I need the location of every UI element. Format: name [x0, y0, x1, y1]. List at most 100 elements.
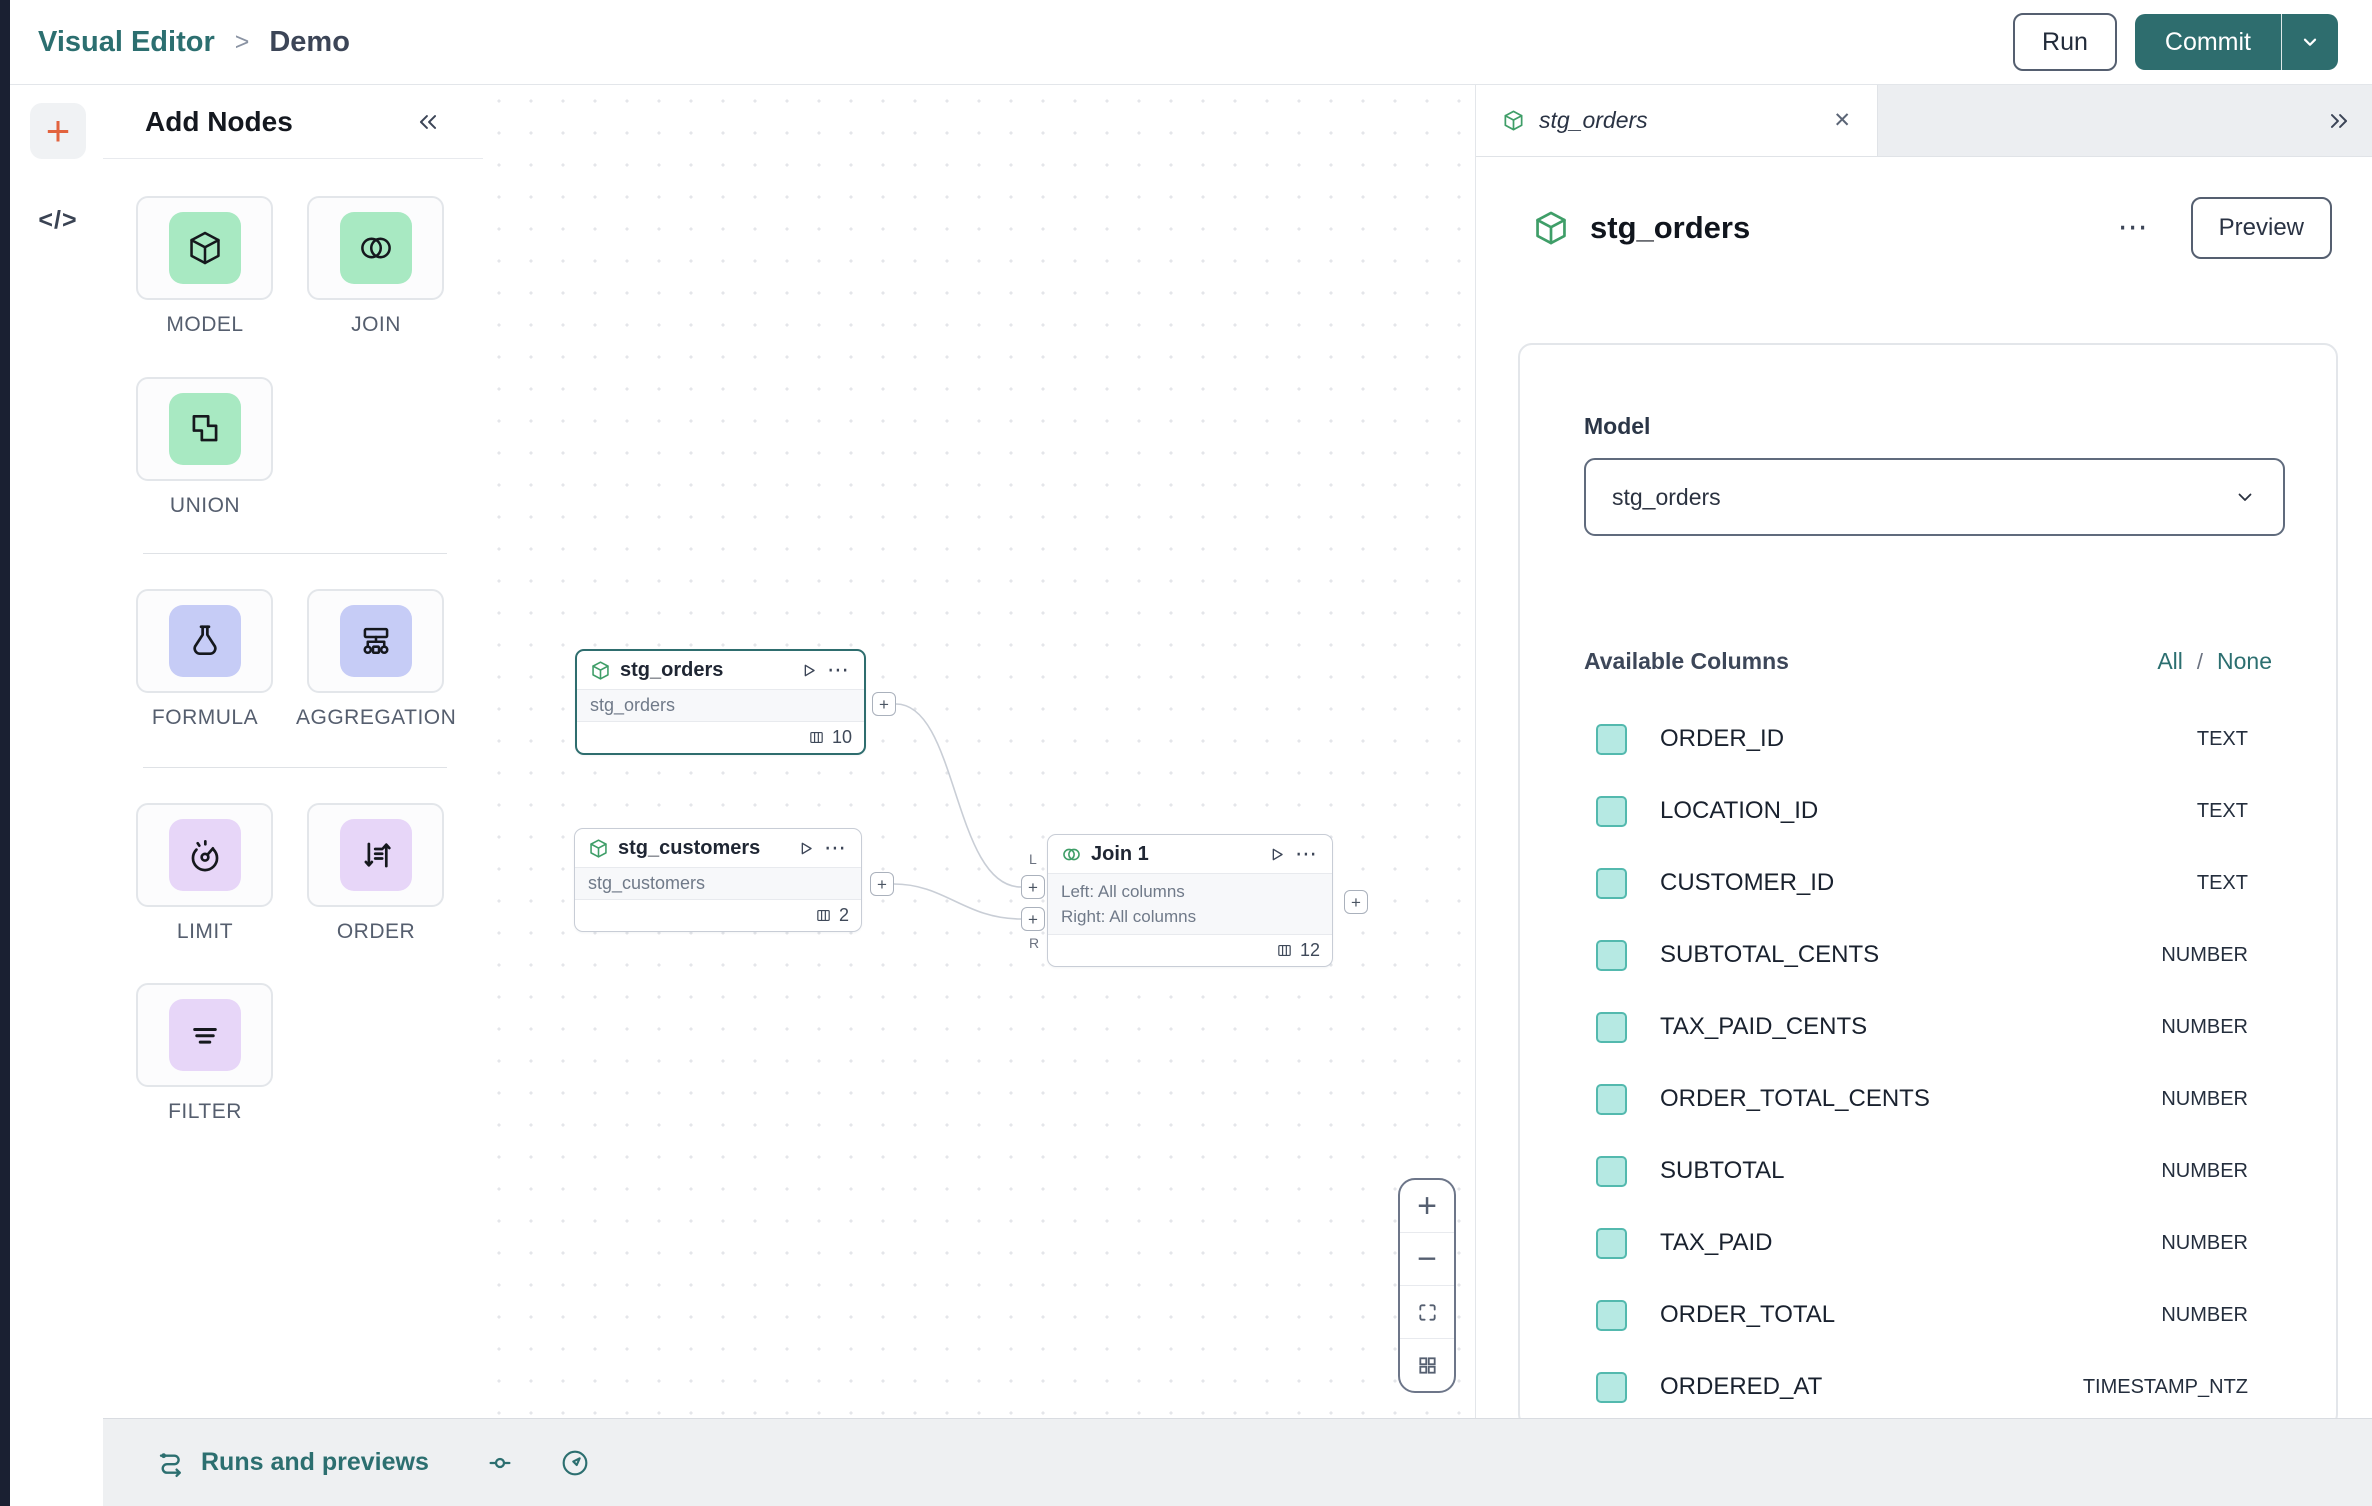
- node-type-formula-label: FORMULA: [125, 706, 285, 730]
- join-output-port[interactable]: +: [1344, 890, 1368, 914]
- node-type-filter[interactable]: [136, 983, 273, 1087]
- panel-menu-button[interactable]: ⋯: [2118, 213, 2151, 243]
- column-row: LOCATION_ID TEXT: [1584, 775, 2272, 847]
- column-type: TEXT: [2197, 872, 2248, 895]
- zoom-in-button[interactable]: +: [1400, 1180, 1454, 1233]
- chevron-down-icon: [2233, 485, 2257, 509]
- commit-node-icon: [485, 1448, 515, 1478]
- canvas-node-join-1[interactable]: Join 1 ⋯ Left: All columns Right: All co…: [1047, 834, 1333, 967]
- compass-icon: [559, 1447, 591, 1479]
- model-select-value: stg_orders: [1612, 484, 2233, 511]
- column-checkbox[interactable]: [1596, 796, 1627, 827]
- join-right-input-port[interactable]: +: [1021, 907, 1045, 931]
- column-row: SUBTOTAL NUMBER: [1584, 1135, 2272, 1207]
- commit-button[interactable]: Commit: [2135, 14, 2281, 70]
- column-row: ORDER_ID TEXT: [1584, 703, 2272, 775]
- select-all-link[interactable]: All: [2157, 648, 2183, 675]
- zoom-toolbar: + −: [1398, 1178, 1456, 1393]
- model-select[interactable]: stg_orders: [1584, 458, 2285, 536]
- plus-icon: +: [879, 696, 889, 713]
- workflow-runs-icon: [155, 1447, 187, 1479]
- column-checkbox[interactable]: [1596, 1156, 1627, 1187]
- node-type-aggregation[interactable]: [307, 589, 444, 693]
- sort-arrows-icon: [340, 819, 412, 891]
- column-name: TAX_PAID_CENTS: [1660, 1013, 2161, 1041]
- section-divider: [143, 767, 447, 768]
- select-none-link[interactable]: None: [2217, 648, 2272, 675]
- canvas-node-stg-customers[interactable]: stg_customers ⋯ stg_customers 2: [574, 828, 862, 932]
- preview-button-label: Preview: [2219, 214, 2304, 242]
- plus-icon: +: [877, 876, 887, 893]
- layout-grid-icon: [1416, 1354, 1439, 1377]
- column-type: NUMBER: [2161, 1088, 2248, 1111]
- app-container: Visual Editor > Demo Run Commit + </> Ad…: [0, 0, 2372, 1506]
- expand-panel-button[interactable]: [2326, 85, 2352, 156]
- column-checkbox[interactable]: [1596, 1012, 1627, 1043]
- join-left-summary: Left: All columns: [1061, 879, 1319, 904]
- column-name: ORDERED_AT: [1660, 1373, 2083, 1401]
- top-header: Visual Editor > Demo Run Commit: [10, 0, 2372, 85]
- breadcrumb-separator: >: [235, 28, 250, 57]
- node-menu-button[interactable]: ⋯: [1295, 843, 1319, 865]
- column-checkbox[interactable]: [1596, 940, 1627, 971]
- stg-customers-output-port[interactable]: +: [870, 872, 894, 896]
- plus-icon: +: [1028, 879, 1038, 896]
- node-run-button[interactable]: [799, 661, 818, 680]
- node-type-union[interactable]: [136, 377, 273, 481]
- node-menu-button[interactable]: ⋯: [827, 659, 851, 681]
- node-type-join[interactable]: [307, 196, 444, 300]
- node-type-formula[interactable]: [136, 589, 273, 693]
- auto-layout-button[interactable]: [1400, 1339, 1454, 1391]
- cube-icon: [588, 838, 609, 859]
- pin-panel-button[interactable]: [485, 1448, 515, 1478]
- column-name: SUBTOTAL_CENTS: [1660, 941, 2161, 969]
- available-columns-header-row: Available Columns All / None: [1584, 648, 2272, 675]
- venn-icon: [1061, 844, 1082, 865]
- fit-view-button[interactable]: [1400, 1286, 1454, 1339]
- column-checkbox[interactable]: [1596, 1300, 1627, 1331]
- breadcrumb-app-link[interactable]: Visual Editor: [38, 26, 215, 59]
- join-left-input-port[interactable]: +: [1021, 875, 1045, 899]
- node-run-button[interactable]: [796, 839, 815, 858]
- node-title: Join 1: [1091, 843, 1258, 866]
- node-run-button[interactable]: [1267, 845, 1286, 864]
- column-checkbox[interactable]: [1596, 1372, 1627, 1403]
- chevron-double-right-icon: [2326, 108, 2352, 134]
- model-config-card: Model stg_orders Available Columns All /…: [1518, 343, 2338, 1418]
- column-type: TIMESTAMP_NTZ: [2083, 1376, 2248, 1399]
- runs-and-previews-button[interactable]: Runs and previews: [201, 1448, 429, 1477]
- explore-button[interactable]: [559, 1447, 591, 1479]
- add-nodes-panel: Add Nodes MODEL JOIN UNION: [103, 85, 484, 1418]
- preview-button[interactable]: Preview: [2191, 197, 2332, 259]
- code-editor-button[interactable]: </>: [30, 200, 86, 240]
- node-type-model[interactable]: [136, 196, 273, 300]
- flask-icon: [169, 605, 241, 677]
- flow-canvas[interactable]: stg_orders ⋯ stg_orders 10 + stg_custome…: [483, 85, 1475, 1418]
- play-icon: [796, 839, 815, 858]
- filter-lines-icon: [169, 999, 241, 1071]
- column-name: CUSTOMER_ID: [1660, 869, 2197, 897]
- node-menu-button[interactable]: ⋯: [824, 837, 848, 859]
- chevron-down-icon: [2299, 31, 2321, 53]
- column-count-badge: 10: [832, 727, 852, 748]
- tab-stg-orders[interactable]: stg_orders ✕: [1476, 85, 1878, 156]
- column-name: TAX_PAID: [1660, 1229, 2161, 1257]
- column-checkbox[interactable]: [1596, 724, 1627, 755]
- node-type-limit[interactable]: [136, 803, 273, 907]
- collapse-panel-button[interactable]: [415, 109, 441, 135]
- column-checkbox[interactable]: [1596, 1084, 1627, 1115]
- stg-orders-output-port[interactable]: +: [872, 692, 896, 716]
- column-checkbox[interactable]: [1596, 868, 1627, 899]
- column-type: NUMBER: [2161, 1304, 2248, 1327]
- run-button[interactable]: Run: [2013, 13, 2117, 71]
- add-node-rail-button[interactable]: +: [30, 103, 86, 159]
- node-type-order[interactable]: [307, 803, 444, 907]
- commit-chevron-button[interactable]: [2282, 14, 2338, 70]
- canvas-node-stg-orders[interactable]: stg_orders ⋯ stg_orders 10: [575, 649, 866, 755]
- column-checkbox[interactable]: [1596, 1228, 1627, 1259]
- node-subtitle: stg_orders: [577, 689, 864, 722]
- zoom-out-button[interactable]: −: [1400, 1233, 1454, 1286]
- tab-close-button[interactable]: ✕: [1833, 108, 1851, 133]
- add-nodes-header: Add Nodes: [103, 85, 483, 159]
- column-row: ORDER_TOTAL_CENTS NUMBER: [1584, 1063, 2272, 1135]
